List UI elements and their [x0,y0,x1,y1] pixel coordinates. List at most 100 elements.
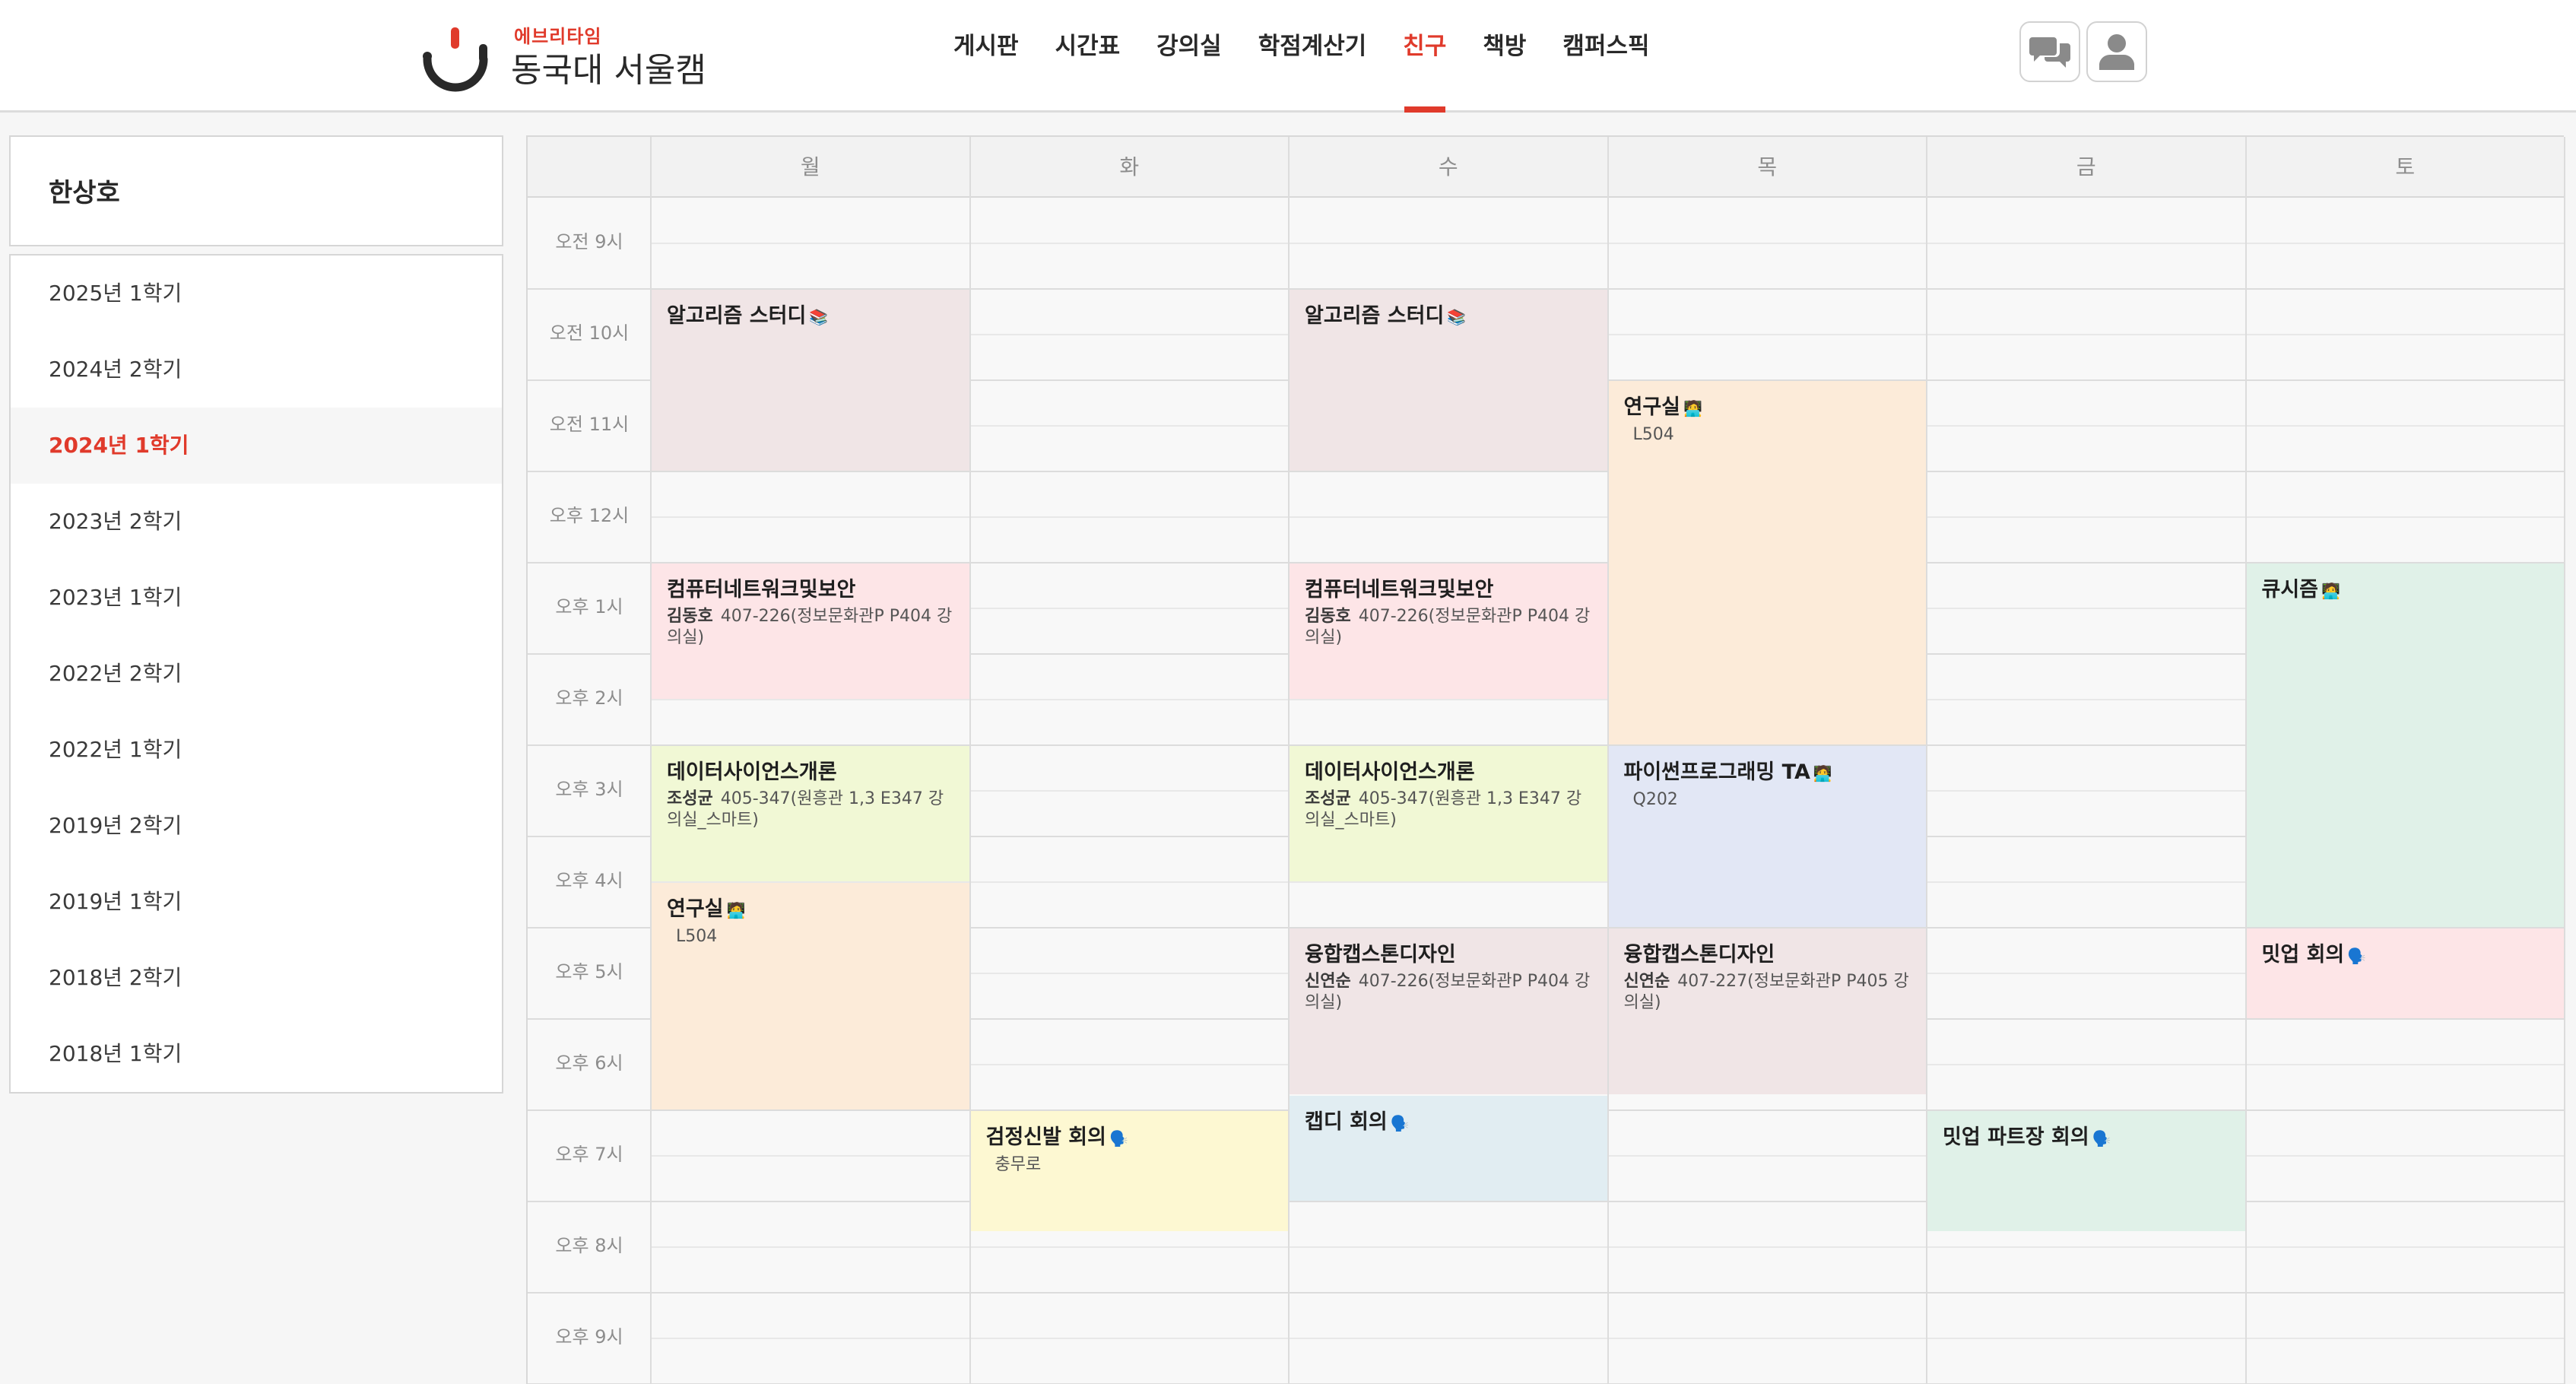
class-info: 김동호 407-226(정보문화관P P404 강의실) [1305,606,1592,649]
class-professor: 신연순 [1305,972,1351,991]
technologist-emoji-icon: 🧑‍💻 [1683,399,1702,417]
class-name: 밋업 파트장 회의 [1943,1125,2089,1149]
message-button[interactable] [2019,21,2080,82]
class-name: 파이썬프로그래밍 TA [1623,760,1810,784]
time-label: 오후 5시 [555,961,623,982]
semester-item[interactable]: 2023년 1학기 [11,560,502,636]
day-header: 월 [800,154,820,179]
everytime-logo[interactable]: 에브리타임 동국대 서울캠 [423,18,712,94]
class-title: 데이터사이언스개론 [1305,758,1592,787]
timetable-header: 월화수목금토 [528,137,2565,198]
class-info: 신연순 407-227(정보문화관P P405 강의실) [1624,971,1911,1014]
time-label: 오전 10시 [549,322,630,344]
class-title: 데이터사이언스개론 [667,758,954,787]
time-label: 오전 11시 [549,414,630,435]
class-name: 큐시즘 [2261,578,2319,602]
class-name: 연구실 [667,897,724,921]
class-title: 파이썬프로그래밍 TA 🧑‍💻 [1624,758,1911,788]
class-block[interactable]: 알고리즘 스터디 📚 [652,290,969,471]
class-name: 밋업 회의 [2261,943,2345,967]
technologist-emoji-icon: 🧑‍💻 [2321,582,2340,600]
semester-item[interactable]: 2023년 2학기 [11,484,502,560]
class-block[interactable]: 융합캡스톤디자인신연순 407-227(정보문화관P P405 강의실) [1608,928,1926,1094]
class-title: 융합캡스톤디자인 [1305,941,1592,970]
class-block[interactable]: 검정신발 회의 🗣️ 충무로 [970,1111,1288,1231]
nav-item-2[interactable]: 강의실 [1138,0,1240,113]
time-label: 오후 1시 [555,596,623,617]
profile-button[interactable] [2086,21,2147,82]
class-info: 신연순 407-226(정보문화관P P404 강의실) [1305,971,1592,1014]
class-block[interactable]: 연구실 🧑‍💻 L504 [652,883,969,1109]
class-title: 밋업 회의 🗣️ [2262,941,2549,970]
class-professor: 조성균 [667,789,713,808]
class-title: 컴퓨터네트워크및보안 [1305,576,1592,605]
main-nav: 게시판 시간표 강의실 학점계산기 친구 책방 캠퍼스픽 [935,0,1667,113]
class-block[interactable]: 컴퓨터네트워크및보안 김동호 407-226(정보문화관P P404 강의실) [652,563,969,699]
semester-item[interactable]: 2018년 2학기 [11,940,502,1016]
nav-item-1[interactable]: 시간표 [1037,0,1139,113]
class-name: 데이터사이언스개론 [1305,760,1475,784]
class-block[interactable]: 큐시즘 🧑‍💻 [2246,563,2564,927]
everytime-logo-icon [423,27,488,92]
class-block[interactable]: 파이썬프로그래밍 TA 🧑‍💻 Q202 [1608,746,1926,927]
class-block[interactable]: 데이터사이언스개론 조성균 405-347(원흥관 1,3 E347 강의실_스마트… [1290,746,1607,881]
class-info: 김동호 407-226(정보문화관P P404 강의실) [667,606,954,649]
time-label: 오후 8시 [555,1235,623,1256]
day-header: 금 [2076,154,2096,179]
time-label: 오후 7시 [555,1144,623,1165]
person-icon [2099,34,2134,70]
technologist-emoji-icon: 🧑‍💻 [1813,764,1832,782]
nav-item-4[interactable]: 친구 [1385,0,1464,113]
class-block[interactable]: 연구실 🧑‍💻 L504 [1608,381,1926,744]
hour-line [528,1292,2565,1294]
class-location: 충무로 [995,1155,1042,1174]
class-name: 검정신발 회의 [985,1125,1106,1149]
semester-item[interactable]: 2018년 1학기 [11,1016,502,1092]
class-block[interactable]: 데이터사이언스개론조성균 405-347(원흥관 1,3 E347 강의실_스마트… [652,746,969,881]
time-label: 오후 4시 [555,870,623,891]
semester-item[interactable]: 2024년 1학기 [11,408,502,484]
hour-line [528,471,2565,472]
time-label: 오후 9시 [555,1326,623,1347]
class-info: 조성균 405-347(원흥관 1,3 E347 강의실_스마트) [667,789,954,831]
class-block[interactable]: 밋업 파트장 회의 🗣️ [1927,1111,2245,1231]
class-title: 융합캡스톤디자인 [1624,941,1911,970]
class-block[interactable]: 알고리즘 스터디 📚 [1290,290,1607,471]
class-name: 융합캡스톤디자인 [1623,943,1775,967]
class-block[interactable]: 융합캡스톤디자인 신연순 407-226(정보문화관P P404 강의실) [1290,928,1607,1094]
time-label: 오후 12시 [549,505,630,526]
semester-item[interactable]: 2019년 1학기 [11,864,502,940]
class-location: L504 [676,927,718,946]
speaking-head-emoji-icon: 🗣️ [2092,1129,2111,1148]
nav-item-5[interactable]: 책방 [1464,0,1544,113]
day-header: 토 [2395,154,2416,179]
class-block[interactable]: 밋업 회의 🗣️ [2246,928,2564,1018]
nav-item-0[interactable]: 게시판 [935,0,1037,113]
nav-item-3[interactable]: 학점계산기 [1240,0,1385,113]
class-title: 밋업 파트장 회의 🗣️ [1943,1123,2230,1153]
chat-bubbles-icon [2029,37,2070,68]
class-name: 알고리즘 스터디 [1305,304,1445,328]
friend-name-box: 한상호 [9,135,503,246]
class-block[interactable]: 캡디 회의 🗣️ [1290,1095,1607,1201]
semester-item[interactable]: 2025년 1학기 [11,256,502,332]
logo-campus-name: 동국대 서울캠 [511,51,706,90]
hour-line [528,1201,2565,1202]
class-title: 알고리즘 스터디 📚 [1305,302,1592,332]
semester-item[interactable]: 2024년 2학기 [11,332,502,408]
class-block[interactable]: 컴퓨터네트워크및보안김동호 407-226(정보문화관P P404 강의실) [1290,563,1607,699]
class-title: 검정신발 회의 🗣️ [986,1123,1274,1153]
timetable: 월 화 수 목 금 토 오전 9시 오전 10시 오전 11시 오후 12시 오후 1시 오후 2시… [526,135,2565,1384]
semester-item[interactable]: 2022년 1학기 [11,712,502,788]
nav-item-6[interactable]: 캠퍼스픽 [1544,0,1667,113]
time-label: 오후 2시 [555,687,623,709]
speaking-head-emoji-icon: 🗣️ [1390,1113,1410,1132]
class-name: 데이터사이언스개론 [667,760,837,784]
semester-item[interactable]: 2019년 2학기 [11,788,502,864]
class-location: L504 [1632,425,1674,444]
day-divider [2564,137,2565,1384]
speaking-head-emoji-icon: 🗣️ [2347,947,2367,965]
technologist-emoji-icon: 🧑‍💻 [726,901,746,919]
semester-item[interactable]: 2022년 2학기 [11,636,502,712]
class-name: 컴퓨터네트워크및보안 [1305,578,1494,602]
